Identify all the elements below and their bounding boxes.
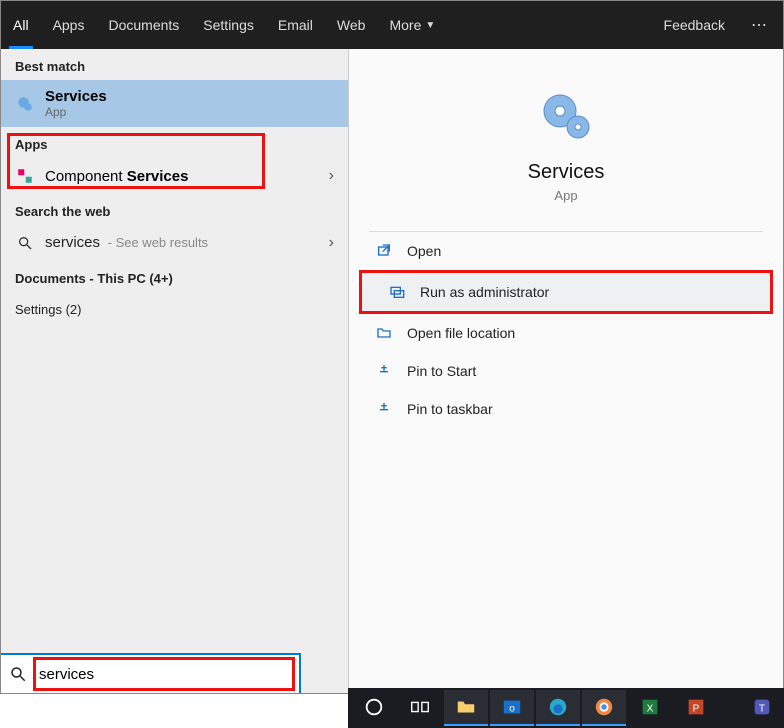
group-documents[interactable]: Documents - This PC (4+) <box>1 261 348 292</box>
preview-pane: Services App Open Run as administrator O… <box>349 49 783 693</box>
tab-apps[interactable]: Apps <box>41 1 97 49</box>
search-icon <box>15 233 35 253</box>
taskbar-teams[interactable]: T <box>744 690 780 726</box>
results-list: Best match Services App Apps Component S… <box>1 49 349 693</box>
group-best-match: Best match <box>1 49 348 80</box>
search-icon <box>1 655 35 693</box>
services-icon <box>15 94 35 114</box>
tab-settings[interactable]: Settings <box>191 1 266 49</box>
tab-all[interactable]: All <box>1 1 41 49</box>
preview-title: Services <box>349 161 783 184</box>
tab-more[interactable]: More▼ <box>377 1 447 49</box>
shield-icon <box>388 283 406 301</box>
action-run-admin[interactable]: Run as administrator <box>362 273 770 311</box>
cortana-button[interactable] <box>352 690 396 726</box>
action-pin-start[interactable]: Pin to Start <box>349 352 783 390</box>
pin-icon <box>375 400 393 418</box>
group-apps: Apps <box>1 127 348 158</box>
taskbar-excel[interactable]: X <box>628 690 672 726</box>
taskbar-chrome[interactable] <box>582 690 626 726</box>
action-open-location[interactable]: Open file location <box>349 314 783 352</box>
task-view-button[interactable] <box>398 690 442 726</box>
svg-text:X: X <box>647 704 654 715</box>
options-button[interactable]: ⋯ <box>737 1 783 49</box>
search-box[interactable] <box>1 653 301 693</box>
chevron-right-icon: › <box>329 234 334 252</box>
pin-icon <box>375 362 393 380</box>
taskbar-file-explorer[interactable] <box>444 690 488 726</box>
group-settings[interactable]: Settings (2) <box>1 292 348 323</box>
taskbar-powerpoint[interactable]: P <box>674 690 718 726</box>
tab-email[interactable]: Email <box>266 1 325 49</box>
action-pin-taskbar[interactable]: Pin to taskbar <box>349 390 783 428</box>
svg-text:T: T <box>759 704 765 715</box>
tab-web[interactable]: Web <box>325 1 378 49</box>
taskbar: o X P T <box>348 688 784 728</box>
component-services-icon <box>15 166 35 186</box>
chevron-down-icon: ▼ <box>425 20 435 31</box>
preview-subtitle: App <box>349 188 783 203</box>
result-web-services[interactable]: services - See web results › <box>1 225 348 261</box>
taskbar-edge[interactable] <box>536 690 580 726</box>
chevron-right-icon: › <box>329 167 334 185</box>
tab-documents[interactable]: Documents <box>96 1 191 49</box>
folder-icon <box>375 324 393 342</box>
open-icon <box>375 242 393 260</box>
highlight-run-admin: Run as administrator <box>359 270 773 314</box>
filter-tabs: All Apps Documents Settings Email Web Mo… <box>1 1 783 49</box>
group-web: Search the web <box>1 194 348 225</box>
result-services-app[interactable]: Services App <box>1 80 348 127</box>
svg-text:P: P <box>693 704 700 715</box>
result-component-services[interactable]: Component Services › <box>1 158 348 194</box>
feedback-link[interactable]: Feedback <box>652 1 737 49</box>
svg-text:o: o <box>509 704 515 715</box>
services-icon <box>534 85 598 149</box>
action-open[interactable]: Open <box>349 232 783 270</box>
search-input[interactable] <box>35 655 299 693</box>
taskbar-outlook[interactable]: o <box>490 690 534 726</box>
